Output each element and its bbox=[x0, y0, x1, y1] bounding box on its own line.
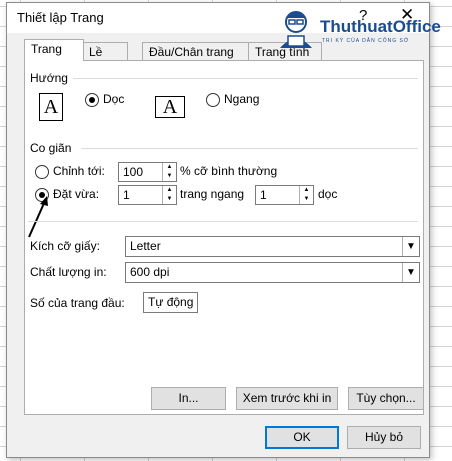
page-setup-dialog: Thiết lập Trang ? ✕ Trang Lề Đầu/Chân tr… bbox=[6, 2, 430, 458]
cancel-button[interactable]: Hủy bỏ bbox=[347, 426, 421, 449]
paper-size-select[interactable]: Letter ▼ bbox=[125, 236, 420, 257]
dialog-title: Thiết lập Trang bbox=[17, 10, 104, 25]
fit-pages-tall-suffix: dọc bbox=[318, 187, 338, 201]
fit-to-label: Đặt vừa: bbox=[53, 187, 100, 201]
adjust-to-label: Chỉnh tới: bbox=[53, 164, 105, 178]
adjust-percent-spinner[interactable]: 100 ▲ ▼ bbox=[118, 162, 177, 182]
paper-size-label: Kích cỡ giấy: bbox=[30, 239, 100, 253]
scaling-bottom-divider bbox=[28, 221, 418, 222]
ok-button[interactable]: OK bbox=[265, 426, 339, 449]
fit-pages-tall-value: 1 bbox=[260, 188, 267, 202]
fit-pages-wide-suffix: trang ngang bbox=[180, 187, 245, 201]
portrait-label: Dọc bbox=[103, 92, 125, 106]
print-quality-value: 600 dpi bbox=[130, 265, 170, 279]
mascot-icon bbox=[280, 11, 312, 48]
fit-pages-wide-spinner[interactable]: 1 ▲ ▼ bbox=[118, 185, 177, 205]
orientation-heading: Hướng bbox=[30, 71, 68, 85]
adjust-percent-value: 100 bbox=[123, 165, 144, 179]
spinner-arrows-icon[interactable]: ▲ ▼ bbox=[299, 186, 313, 204]
annotation-arrow-icon bbox=[28, 196, 48, 238]
adjust-to-radio[interactable] bbox=[35, 165, 49, 179]
thuthuatoffice-logo: ThuthuatOffice TRI KỲ CỦA DÂN CÔNG SỞ bbox=[270, 6, 446, 50]
page-tab-panel: Hướng A Dọc A Ngang Co giãn Chỉnh tới: 1… bbox=[24, 60, 424, 415]
portrait-radio[interactable] bbox=[85, 93, 99, 107]
landscape-radio[interactable] bbox=[206, 93, 220, 107]
print-quality-label: Chất lượng in: bbox=[30, 265, 107, 279]
print-quality-select[interactable]: 600 dpi ▼ bbox=[125, 262, 420, 283]
logo-name: ThuthuatOffice bbox=[320, 17, 441, 36]
print-button[interactable]: In... bbox=[151, 387, 226, 410]
first-page-number-input[interactable]: Tự động bbox=[143, 292, 198, 313]
chevron-down-icon[interactable]: ▼ bbox=[402, 237, 419, 256]
options-button[interactable]: Tùy chọn... bbox=[348, 387, 424, 410]
tab-header-footer[interactable]: Đầu/Chân trang bbox=[142, 42, 250, 61]
print-preview-button[interactable]: Xem trước khi in bbox=[236, 387, 338, 410]
portrait-page-icon: A bbox=[39, 93, 63, 121]
landscape-label: Ngang bbox=[224, 92, 260, 106]
spinner-arrows-icon[interactable]: ▲ ▼ bbox=[162, 163, 176, 181]
first-page-number-label: Số của trang đầu: bbox=[30, 296, 125, 310]
scaling-divider bbox=[81, 148, 418, 149]
scaling-heading: Co giãn bbox=[30, 141, 72, 155]
paper-size-value: Letter bbox=[130, 239, 161, 253]
logo-tagline: TRI KỲ CỦA DÂN CÔNG SỞ bbox=[322, 38, 410, 44]
first-page-number-value: Tự động bbox=[148, 295, 194, 309]
fit-pages-tall-spinner[interactable]: 1 ▲ ▼ bbox=[255, 185, 314, 205]
chevron-down-icon[interactable]: ▼ bbox=[402, 263, 419, 282]
adjust-percent-suffix: % cỡ bình thường bbox=[180, 164, 278, 178]
fit-pages-wide-value: 1 bbox=[123, 188, 130, 202]
spinner-arrows-icon[interactable]: ▲ ▼ bbox=[162, 186, 176, 204]
tab-margins[interactable]: Lề bbox=[82, 42, 128, 61]
landscape-page-icon: A bbox=[155, 96, 185, 118]
tab-page[interactable]: Trang bbox=[24, 39, 84, 61]
orientation-divider bbox=[73, 78, 418, 79]
